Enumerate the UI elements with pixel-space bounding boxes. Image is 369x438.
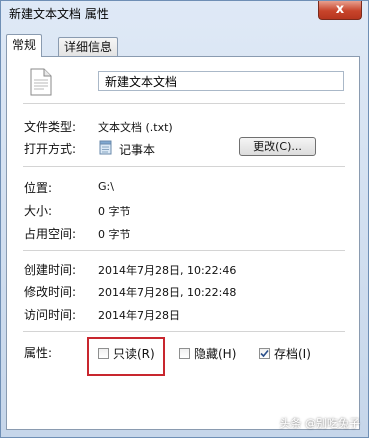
separator — [23, 103, 345, 104]
open-with-value: 记事本 — [119, 143, 156, 157]
attributes-label: 属性: — [24, 346, 53, 360]
tab-general[interactable]: 常规 — [6, 34, 43, 57]
modified-value: 2014年7月28日, 10:22:48 — [98, 286, 237, 299]
close-button[interactable]: x — [318, 1, 362, 20]
archive-checkbox[interactable] — [259, 348, 270, 359]
created-label: 创建时间: — [24, 263, 77, 277]
size-on-disk-label: 占用空间: — [24, 227, 77, 241]
archive-label[interactable]: 存档(I) — [274, 345, 311, 362]
change-button[interactable]: 更改(C)... — [239, 137, 316, 156]
separator — [23, 166, 345, 167]
properties-window: 新建文本文档 属性 x 常规 详细信息 文件类型: 文本文档 (.txt) 打开… — [0, 0, 369, 438]
watermark: 头条 @别吃兔子 — [279, 417, 361, 430]
open-with-label: 打开方式: — [24, 142, 77, 156]
tab-details[interactable]: 详细信息 — [58, 37, 119, 56]
file-type-label: 文件类型: — [24, 120, 77, 134]
text-document-icon — [30, 68, 52, 96]
file-type-value: 文本文档 (.txt) — [98, 121, 173, 134]
checkmark-icon — [260, 349, 269, 358]
location-value: G:\ — [98, 180, 114, 193]
location-label: 位置: — [24, 181, 53, 195]
notepad-icon — [99, 140, 112, 155]
size-on-disk-value: 0 字节 — [98, 228, 131, 241]
separator — [23, 331, 345, 332]
created-value: 2014年7月28日, 10:22:46 — [98, 264, 237, 277]
general-panel: 文件类型: 文本文档 (.txt) 打开方式: 记事本 更改(C)... 位置:… — [6, 56, 360, 430]
hidden-label[interactable]: 隐藏(H) — [194, 345, 236, 362]
size-label: 大小: — [24, 204, 53, 218]
size-value: 0 字节 — [98, 205, 131, 218]
window-title: 新建文本文档 属性 — [9, 7, 109, 21]
read-only-highlight — [87, 337, 165, 376]
modified-label: 修改时间: — [24, 285, 77, 299]
close-icon: x — [335, 2, 345, 17]
separator — [23, 250, 345, 251]
accessed-label: 访问时间: — [24, 308, 77, 322]
file-name-input[interactable] — [98, 71, 344, 91]
hidden-checkbox[interactable] — [179, 348, 190, 359]
accessed-value: 2014年7月28日 — [98, 309, 180, 322]
